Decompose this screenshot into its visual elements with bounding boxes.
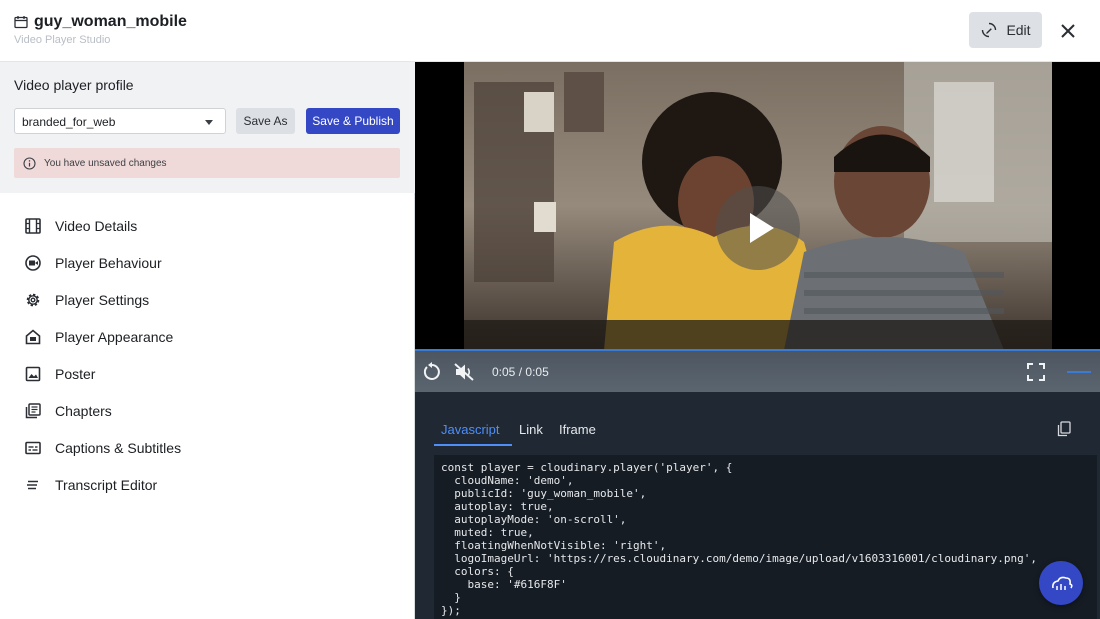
video-player[interactable]: 0:05 / 0:05 (415, 62, 1100, 392)
menu-item-label: Transcript Editor (55, 477, 158, 493)
menu-item-captions-subtitles[interactable]: Captions & Subtitles (24, 437, 394, 459)
fullscreen-icon[interactable] (1025, 361, 1047, 383)
menu-item-label: Player Settings (55, 292, 150, 308)
close-icon[interactable] (1056, 19, 1080, 43)
menu-item-label: Video Details (55, 218, 138, 234)
current-time: 0:05 (492, 365, 516, 379)
code-line: publicId: 'guy_woman_mobile', (441, 487, 647, 500)
code-line: }); (441, 604, 461, 617)
info-icon (23, 157, 36, 170)
gear-icon (26, 293, 40, 307)
left-panel: Video player profile branded_for_web Sav… (0, 62, 415, 619)
tab-iframe[interactable]: Iframe (559, 422, 596, 437)
edit-button-label: Edit (1006, 22, 1031, 38)
save-as-button[interactable]: Save As (236, 108, 295, 134)
unsaved-changes-text: You have unsaved changes (44, 158, 167, 169)
menu-item-label: Chapters (55, 403, 112, 419)
code-line: cloudName: 'demo', (441, 474, 574, 487)
play-icon (750, 213, 774, 243)
code-line: floatingWhenNotVisible: 'right', (441, 539, 667, 552)
player-behaviour-icon (25, 255, 41, 271)
page-subtitle: Video Player Studio (14, 34, 111, 46)
code-line: autoplayMode: 'on-scroll', (441, 513, 627, 526)
code-line: } (441, 591, 461, 604)
floating-indicator (1067, 371, 1091, 373)
tab-javascript[interactable]: Javascript (441, 422, 500, 437)
profile-select[interactable]: branded_for_web (14, 108, 226, 134)
header: guy_woman_mobile Video Player Studio Edi… (0, 0, 1100, 62)
code-line: muted: true, (441, 526, 534, 539)
profile-title: Video player profile (14, 77, 134, 93)
save-publish-button[interactable]: Save & Publish (306, 108, 400, 134)
edit-rotate-icon (982, 22, 997, 38)
play-button[interactable] (716, 186, 800, 270)
code-block[interactable]: const player = cloudinary.player('player… (434, 455, 1097, 619)
cloud-icon (1052, 576, 1073, 590)
tab-link[interactable]: Link (519, 422, 543, 437)
replay-icon[interactable] (421, 361, 443, 383)
transcript-icon (27, 480, 38, 490)
menu-item-video-details[interactable]: Video Details (24, 215, 394, 237)
chevron-down-icon (205, 120, 213, 125)
image-icon (25, 366, 41, 382)
menu-item-transcript-editor[interactable]: Transcript Editor (24, 474, 394, 496)
copy-icon[interactable] (1057, 421, 1071, 437)
film-icon (25, 218, 41, 234)
page-title: guy_woman_mobile (34, 13, 187, 30)
code-line: base: '#616F8F' (441, 578, 567, 591)
cloudinary-help-button[interactable] (1039, 561, 1083, 605)
edit-button[interactable]: Edit (969, 12, 1042, 48)
active-tab-indicator (434, 444, 512, 446)
volume-muted-icon[interactable] (453, 361, 475, 383)
menu-item-label: Player Appearance (55, 329, 174, 345)
home-appearance-icon (25, 329, 41, 345)
profile-section: Video player profile branded_for_web Sav… (0, 62, 415, 193)
menu-item-label: Poster (55, 366, 96, 382)
chapters-icon (25, 403, 41, 419)
captions-icon (25, 441, 41, 455)
calendar-icon (14, 16, 28, 29)
code-line: logoImageUrl: 'https://res.cloudinary.co… (441, 552, 1038, 565)
menu-item-player-appearance[interactable]: Player Appearance (24, 326, 394, 348)
embed-code-panel: Javascript Link Iframe const player = cl… (415, 392, 1100, 619)
code-text: const player = cloudinary.player('player… (441, 461, 1037, 617)
unsaved-changes-alert: You have unsaved changes (14, 148, 400, 178)
time-display: 0:05 / 0:05 (492, 365, 549, 379)
code-line: autoplay: true, (441, 500, 554, 513)
menu-item-label: Player Behaviour (55, 255, 162, 271)
menu-item-player-behaviour[interactable]: Player Behaviour (24, 252, 394, 274)
duration: 0:05 (525, 365, 549, 379)
player-controls: 0:05 / 0:05 (415, 351, 1100, 392)
menu-item-poster[interactable]: Poster (24, 363, 394, 385)
menu-item-label: Captions & Subtitles (55, 440, 182, 456)
code-line: colors: { (441, 565, 514, 578)
menu-item-chapters[interactable]: Chapters (24, 400, 394, 422)
time-separator: / (518, 365, 523, 379)
code-line: const player = cloudinary.player('player… (441, 461, 733, 474)
menu-item-player-settings[interactable]: Player Settings (24, 289, 394, 311)
profile-select-value: branded_for_web (22, 115, 116, 129)
